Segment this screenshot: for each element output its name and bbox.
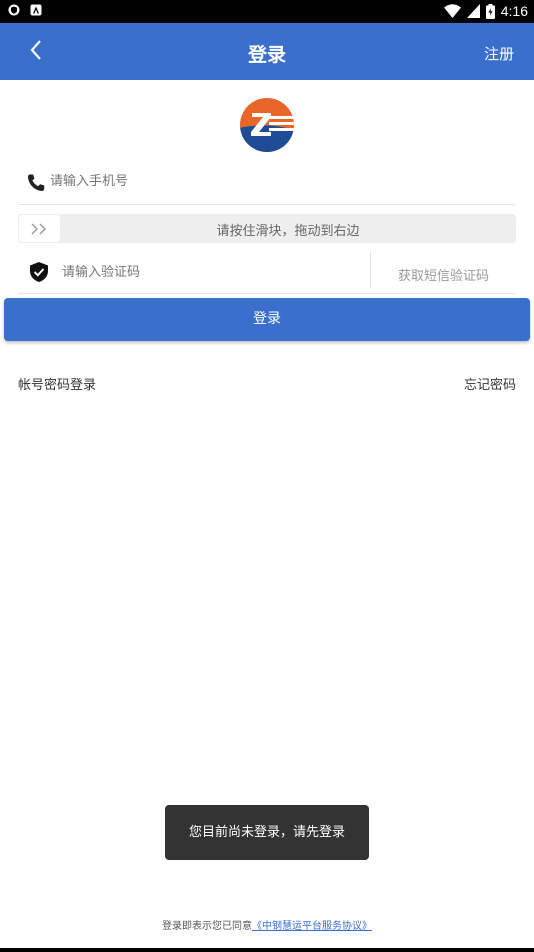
account-password-login-link[interactable]: 帐号密码登录: [18, 374, 96, 393]
app-bar: 登录 注册: [0, 23, 534, 80]
forgot-password-link[interactable]: 忘记密码: [464, 374, 516, 393]
phone-row: [18, 163, 516, 205]
slider-handle[interactable]: [19, 215, 60, 242]
status-notifications: [8, 4, 42, 16]
status-bar: 4:16: [0, 0, 534, 23]
slider-hint: 请按住滑块，拖动到右边: [216, 224, 360, 239]
slider-captcha: 请按住滑块，拖动到右边: [18, 214, 516, 243]
phone-input[interactable]: [50, 174, 490, 189]
get-code-button[interactable]: 获取短信验证码: [371, 265, 516, 284]
login-button[interactable]: 登录: [4, 298, 530, 341]
agreement-link[interactable]: 《中钢慧运平台服务协议》: [252, 921, 372, 932]
register-button[interactable]: 注册: [484, 43, 514, 64]
toast-message: 您目前尚未登录，请先登录: [165, 805, 369, 860]
status-time: 4:16: [500, 3, 528, 19]
brand-logo: [240, 98, 294, 152]
wifi-icon: [443, 4, 461, 18]
double-chevron-right-icon: [31, 223, 46, 234]
code-row: 获取短信验证码: [18, 252, 516, 294]
status-indicators: 4:16: [443, 3, 528, 19]
agreement-prefix: 登录即表示您已同意: [162, 921, 252, 932]
app-notification-icon: [30, 4, 42, 16]
shield-notification-icon: [8, 4, 20, 16]
code-input[interactable]: [62, 265, 362, 280]
signal-icon: [466, 4, 480, 18]
agreement-text: 登录即表示您已同意《中钢慧运平台服务协议》: [0, 917, 534, 932]
battery-icon: [485, 3, 495, 19]
page-title: 登录: [247, 44, 286, 66]
navigation-bar: [0, 948, 534, 952]
phone-icon: [27, 174, 45, 192]
shield-check-icon: [30, 262, 48, 282]
